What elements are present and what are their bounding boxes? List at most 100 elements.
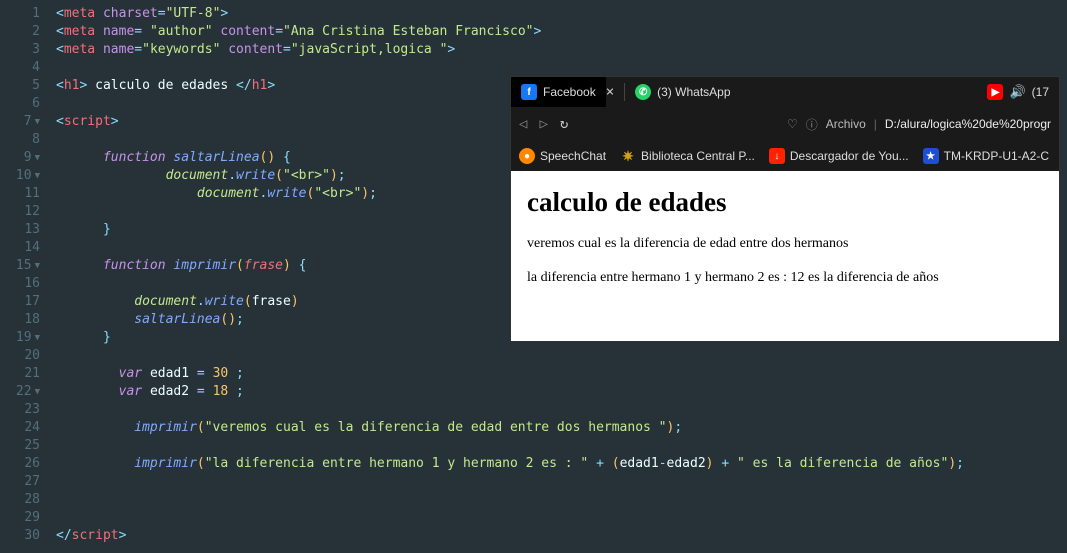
str: "veremos cual es la diferencia de edad e…	[205, 420, 667, 435]
line-number: 16	[24, 275, 40, 293]
addr-proto: Archivo	[826, 117, 866, 131]
tab-facebook[interactable]: f Facebook	[511, 77, 606, 107]
tab-bar: f Facebook × ✆ (3) WhatsApp ▶ 🔊 (17	[511, 77, 1059, 107]
line-number: 11	[24, 185, 40, 203]
line-number: 21	[24, 365, 40, 383]
page-paragraph: la diferencia entre hermano 1 y hermano …	[527, 270, 1043, 286]
speechchat-icon: ●	[519, 148, 535, 164]
fold-icon[interactable]: ▼	[35, 257, 40, 275]
volume-icon: 🔊	[1009, 84, 1025, 100]
bm-label: Descargador de You...	[790, 149, 909, 163]
meta-name: keywords	[150, 42, 213, 57]
fold-icon[interactable]: ▼	[35, 383, 40, 401]
biblioteca-icon: ✷	[620, 148, 636, 164]
line-number: 15	[16, 257, 32, 275]
method: write	[205, 294, 244, 309]
call: saltarLinea	[134, 312, 220, 327]
fn-name: imprimir	[173, 258, 236, 273]
back-button[interactable]: ◁	[519, 116, 527, 132]
bookmark-descargador[interactable]: ↓ Descargador de You...	[769, 148, 909, 164]
line-number: 12	[24, 203, 40, 221]
line-number: 19	[16, 329, 32, 347]
meta-charset: UTF-8	[173, 6, 212, 21]
meta-content: Ana Cristina Esteban Francisco	[291, 24, 526, 39]
tab-youtube[interactable]: ▶ 🔊 (17	[977, 77, 1059, 107]
fn-name: saltarLinea	[173, 150, 259, 165]
param: frase	[252, 294, 291, 309]
line-number: 14	[24, 239, 40, 257]
line-number: 7	[24, 113, 32, 131]
line-number: 2	[32, 23, 40, 41]
bookmark-icon[interactable]: ♡	[787, 117, 798, 131]
page-paragraph: veremos cual es la diferencia de edad en…	[527, 236, 1043, 252]
line-number: 6	[32, 95, 40, 113]
var-val: 30	[213, 366, 229, 381]
line-number: 29	[24, 509, 40, 527]
bookmark-tmkrdp[interactable]: ★ TM-KRDP-U1-A2-C	[923, 148, 1049, 164]
tab-label: (17	[1032, 85, 1049, 99]
forward-button[interactable]: ▷	[539, 116, 547, 132]
tab-label: Facebook	[543, 85, 596, 99]
youtube-icon: ▶	[987, 84, 1003, 100]
h1-text: calculo de edades	[87, 78, 236, 93]
method: write	[267, 186, 306, 201]
str-br: "<br>"	[283, 168, 330, 183]
line-number: 1	[32, 5, 40, 23]
line-number: 13	[24, 221, 40, 239]
bm-label: TM-KRDP-U1-A2-C	[944, 149, 1049, 163]
fold-icon[interactable]: ▼	[35, 113, 40, 131]
fold-icon[interactable]: ▼	[35, 167, 40, 185]
line-number: 23	[24, 401, 40, 419]
download-icon: ↓	[769, 148, 785, 164]
str-br: "<br>"	[314, 186, 361, 201]
line-number: 30	[24, 527, 40, 545]
line-number: 18	[24, 311, 40, 329]
method: write	[236, 168, 275, 183]
line-number: 26	[24, 455, 40, 473]
fold-icon[interactable]: ▼	[35, 149, 40, 167]
var-val: 18	[213, 384, 229, 399]
line-number: 20	[24, 347, 40, 365]
bm-label: Biblioteca Central P...	[641, 149, 755, 163]
gutter: 1 2 3 4 5 6 7▼ 8 9▼ 10▼ 11 12 13 14 15▼ …	[0, 0, 48, 553]
reload-button[interactable]: ↻	[560, 116, 568, 132]
call: imprimir	[134, 420, 197, 435]
page-title: calculo de edades	[527, 187, 1043, 218]
var-name: edad1	[150, 366, 189, 381]
nav-bar: ◁ ▷ ↻ ♡ ⓘ Archivo | D:/alura/logica%20de…	[511, 107, 1059, 141]
line-number: 24	[24, 419, 40, 437]
str: " es la diferencia de años"	[737, 456, 948, 471]
whatsapp-icon: ✆	[635, 84, 651, 100]
meta-content: javaScript,logica	[299, 42, 440, 57]
bookmark-speechchat[interactable]: ● SpeechChat	[519, 148, 606, 164]
line-number: 5	[32, 77, 40, 95]
facebook-icon: f	[521, 84, 537, 100]
param: frase	[244, 258, 283, 273]
close-icon[interactable]: ×	[606, 84, 624, 100]
line-number: 28	[24, 491, 40, 509]
line-number: 22	[16, 383, 32, 401]
var-ref: edad1	[620, 456, 659, 471]
bm-label: SpeechChat	[540, 149, 606, 163]
info-icon: ⓘ	[806, 116, 818, 133]
tab-label: (3) WhatsApp	[657, 85, 730, 99]
address-bar[interactable]: ♡ ⓘ Archivo | D:/alura/logica%20de%20pro…	[580, 116, 1051, 133]
meta-name: author	[158, 24, 205, 39]
var-ref: edad2	[667, 456, 706, 471]
tab-whatsapp[interactable]: ✆ (3) WhatsApp	[625, 77, 740, 107]
str: "la diferencia entre hermano 1 y hermano…	[205, 456, 589, 471]
addr-path: D:/alura/logica%20de%20progr	[885, 117, 1051, 131]
line-number: 9	[24, 149, 32, 167]
fold-icon[interactable]: ▼	[35, 329, 40, 347]
call: imprimir	[134, 456, 197, 471]
line-number: 27	[24, 473, 40, 491]
star-icon: ★	[923, 148, 939, 164]
line-number: 8	[32, 131, 40, 149]
var-name: edad2	[150, 384, 189, 399]
page-content: calculo de edades veremos cual es la dif…	[511, 171, 1059, 341]
line-number: 10	[16, 167, 32, 185]
line-number: 25	[24, 437, 40, 455]
line-number: 4	[32, 59, 40, 77]
browser-window: f Facebook × ✆ (3) WhatsApp ▶ 🔊 (17 ◁ ▷ …	[510, 76, 1060, 342]
bookmark-biblioteca[interactable]: ✷ Biblioteca Central P...	[620, 148, 755, 164]
